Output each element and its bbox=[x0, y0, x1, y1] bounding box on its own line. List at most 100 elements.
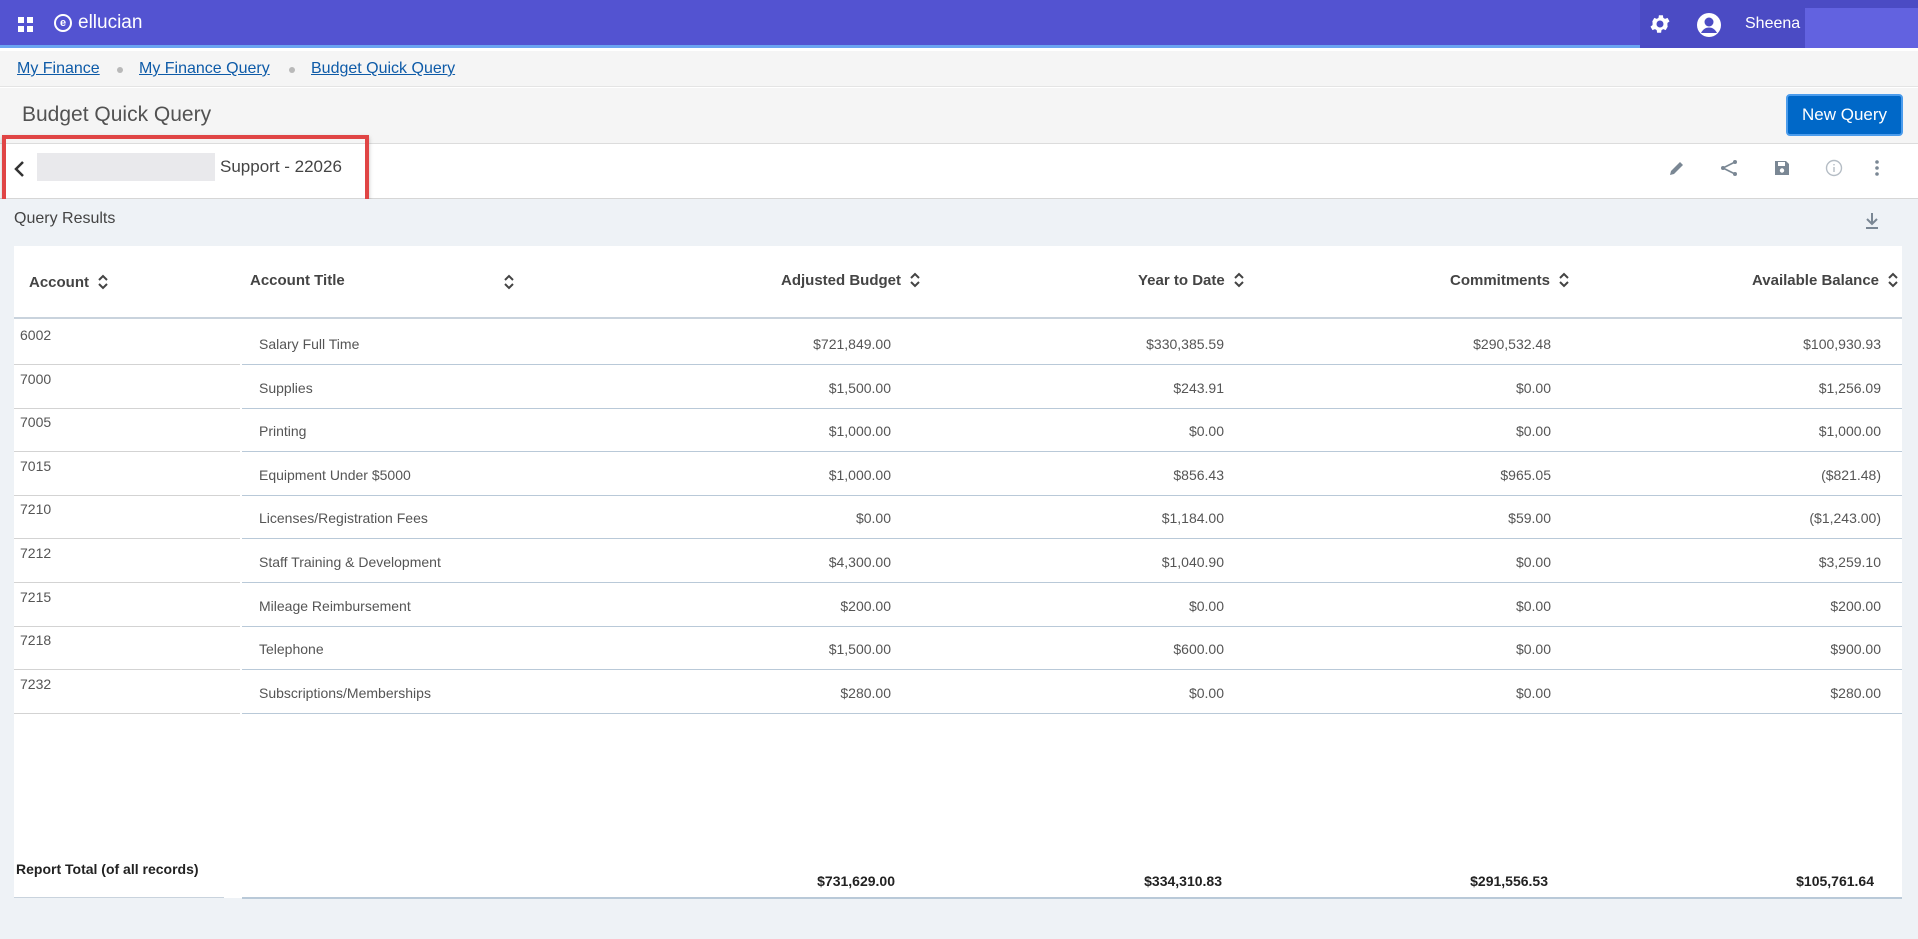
cell-adjusted-budget: $1,000.00 bbox=[828, 467, 891, 483]
table-row[interactable]: 7210 Licenses/Registration Fees $0.00 $1… bbox=[14, 495, 1902, 539]
new-query-button[interactable]: New Query bbox=[1786, 94, 1903, 136]
brand-name: ellucian bbox=[78, 12, 143, 33]
table-row[interactable]: 7000 Supplies $1,500.00 $243.91 $0.00 $1… bbox=[14, 365, 1902, 409]
total-commitments: $291,556.53 bbox=[1470, 873, 1548, 889]
row-divider bbox=[242, 713, 1902, 714]
cell-commitments: $0.00 bbox=[1515, 598, 1551, 614]
sort-icon[interactable] bbox=[503, 274, 515, 290]
total-divider bbox=[242, 897, 1902, 899]
cell-adjusted-budget: $1,500.00 bbox=[828, 380, 891, 396]
cell-year-to-date: $330,385.59 bbox=[1146, 336, 1224, 352]
results-title: Query Results bbox=[14, 210, 116, 227]
column-header-year-to-date[interactable]: Year to Date bbox=[1138, 272, 1245, 289]
table-row[interactable]: 7015 Equipment Under $5000 $1,000.00 $85… bbox=[14, 452, 1902, 496]
cell-available-balance: $1,256.09 bbox=[1818, 380, 1881, 396]
table-row[interactable]: 7212 Staff Training & Development $4,300… bbox=[14, 539, 1902, 583]
cell-commitments: $0.00 bbox=[1515, 380, 1551, 396]
cell-account-title: Salary Full Time bbox=[259, 336, 360, 352]
gear-icon[interactable] bbox=[1648, 12, 1672, 36]
info-icon[interactable] bbox=[1824, 158, 1844, 178]
cell-account-title: Staff Training & Development bbox=[259, 554, 441, 570]
column-header-available-balance[interactable]: Available Balance bbox=[1752, 272, 1899, 289]
sort-icon[interactable] bbox=[1233, 272, 1245, 288]
report-total-label: Report Total (of all records) bbox=[16, 861, 199, 877]
cell-year-to-date: $0.00 bbox=[1188, 423, 1224, 439]
column-header-adjusted-budget[interactable]: Adjusted Budget bbox=[781, 272, 921, 289]
share-icon[interactable] bbox=[1719, 158, 1739, 178]
cell-account-title: Licenses/Registration Fees bbox=[259, 510, 428, 526]
cell-year-to-date: $856.43 bbox=[1173, 467, 1224, 483]
cell-account-title: Mileage Reimbursement bbox=[259, 598, 411, 614]
table-row[interactable]: 7232 Subscriptions/Memberships $280.00 $… bbox=[14, 670, 1902, 714]
user-avatar-icon[interactable] bbox=[1696, 12, 1722, 38]
header-divider bbox=[14, 317, 1902, 319]
cell-commitments: $0.00 bbox=[1515, 423, 1551, 439]
cell-available-balance: $280.00 bbox=[1830, 685, 1881, 701]
cell-account: 7210 bbox=[20, 501, 52, 517]
cell-year-to-date: $243.91 bbox=[1173, 380, 1224, 396]
cell-available-balance: ($821.48) bbox=[1821, 467, 1881, 483]
cell-available-balance: $200.00 bbox=[1830, 598, 1881, 614]
ellucian-logo-icon: e bbox=[54, 14, 72, 32]
cell-account-title: Equipment Under $5000 bbox=[259, 467, 411, 483]
cell-commitments: $0.00 bbox=[1515, 685, 1551, 701]
page-title: Budget Quick Query bbox=[22, 103, 212, 126]
cell-account: 7212 bbox=[20, 545, 52, 561]
cell-account-title: Telephone bbox=[259, 641, 324, 657]
more-vertical-icon[interactable] bbox=[1867, 158, 1887, 178]
cell-account-title: Printing bbox=[259, 423, 307, 439]
breadcrumb-my-finance-query[interactable]: My Finance Query bbox=[139, 60, 270, 78]
cell-available-balance: $3,259.10 bbox=[1818, 554, 1881, 570]
sort-icon[interactable] bbox=[1887, 272, 1899, 288]
breadcrumb: My Finance My Finance Query Budget Quick… bbox=[0, 51, 1918, 87]
total-divider bbox=[14, 897, 224, 898]
sort-icon[interactable] bbox=[1558, 272, 1570, 288]
cell-account: 7000 bbox=[20, 371, 52, 387]
total-year-to-date: $334,310.83 bbox=[1144, 873, 1222, 889]
edit-icon[interactable] bbox=[1667, 158, 1687, 178]
table-row[interactable]: 6002 Salary Full Time $721,849.00 $330,3… bbox=[14, 321, 1902, 365]
cell-year-to-date: $1,040.90 bbox=[1161, 554, 1224, 570]
cell-adjusted-budget: $280.00 bbox=[840, 685, 891, 701]
cell-adjusted-budget: $200.00 bbox=[840, 598, 891, 614]
cell-available-balance: $1,000.00 bbox=[1818, 423, 1881, 439]
cell-account: 7005 bbox=[20, 414, 52, 430]
table-row[interactable]: 7218 Telephone $1,500.00 $600.00 $0.00 $… bbox=[14, 626, 1902, 670]
cell-adjusted-budget: $1,000.00 bbox=[828, 423, 891, 439]
column-header-account-title[interactable]: Account Title bbox=[250, 272, 345, 289]
cell-commitments: $290,532.48 bbox=[1473, 336, 1551, 352]
cell-year-to-date: $0.00 bbox=[1188, 685, 1224, 701]
cell-adjusted-budget: $1,500.00 bbox=[828, 641, 891, 657]
brand-logo[interactable]: e ellucian bbox=[54, 12, 142, 34]
cell-adjusted-budget: $0.00 bbox=[855, 510, 891, 526]
cell-account: 6002 bbox=[20, 327, 52, 343]
cell-account-title: Subscriptions/Memberships bbox=[259, 685, 431, 701]
table-row[interactable]: 7005 Printing $1,000.00 $0.00 $0.00 $1,0… bbox=[14, 408, 1902, 452]
column-header-commitments[interactable]: Commitments bbox=[1450, 272, 1570, 289]
column-header-account[interactable]: Account bbox=[29, 274, 109, 291]
cell-account: 7232 bbox=[20, 676, 52, 692]
breadcrumb-budget-quick-query[interactable]: Budget Quick Query bbox=[311, 60, 455, 78]
table-row[interactable]: 7215 Mileage Reimbursement $200.00 $0.00… bbox=[14, 583, 1902, 627]
cell-adjusted-budget: $721,849.00 bbox=[813, 336, 891, 352]
sort-icon[interactable] bbox=[97, 274, 109, 290]
total-adjusted-budget: $731,629.00 bbox=[817, 873, 895, 889]
cell-account-title: Supplies bbox=[259, 380, 313, 396]
cell-account: 7218 bbox=[20, 632, 52, 648]
cell-account: 7015 bbox=[20, 458, 52, 474]
cell-commitments: $0.00 bbox=[1515, 554, 1551, 570]
sort-icon[interactable] bbox=[909, 272, 921, 288]
cell-adjusted-budget: $4,300.00 bbox=[828, 554, 891, 570]
username[interactable]: Sheena bbox=[1745, 15, 1800, 33]
breadcrumb-separator bbox=[289, 67, 295, 73]
cell-commitments: $0.00 bbox=[1515, 641, 1551, 657]
cell-commitments: $965.05 bbox=[1500, 467, 1551, 483]
total-available-balance: $105,761.64 bbox=[1796, 873, 1874, 889]
apps-grid-icon[interactable] bbox=[18, 17, 33, 32]
breadcrumb-my-finance[interactable]: My Finance bbox=[17, 60, 100, 78]
download-icon[interactable] bbox=[1862, 210, 1882, 232]
cell-year-to-date: $600.00 bbox=[1173, 641, 1224, 657]
save-icon[interactable] bbox=[1772, 158, 1792, 178]
highlight-annotation bbox=[2, 135, 369, 205]
row-divider bbox=[14, 713, 240, 714]
